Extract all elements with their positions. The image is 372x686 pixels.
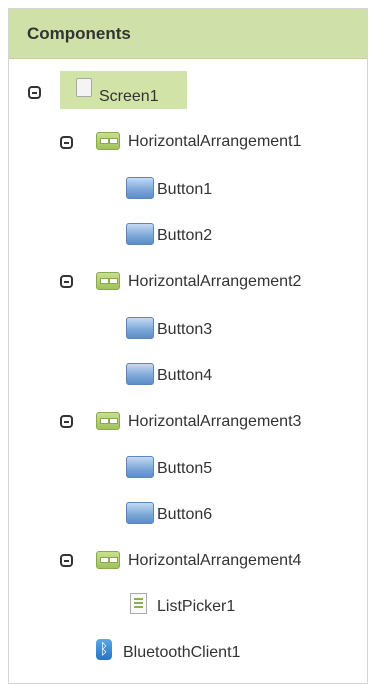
tree-item-label: Button3: [157, 321, 213, 338]
tree-item-horizontalarrangement4[interactable]: HorizontalArrangement4: [93, 544, 365, 578]
tree-item-label: Button6: [157, 506, 213, 523]
tree-item-label: HorizontalArrangement3: [128, 413, 302, 430]
components-panel: Components Screen1 HorizontalArrangement…: [8, 8, 368, 684]
horizontal-arrangement-icon: [96, 551, 120, 569]
tree-item-horizontalarrangement3[interactable]: HorizontalArrangement3: [93, 405, 365, 439]
horizontal-arrangement-icon: [96, 132, 120, 150]
collapse-icon[interactable]: [28, 86, 41, 99]
tree-item-label: Screen1: [99, 88, 159, 105]
collapse-icon[interactable]: [60, 415, 73, 428]
tree-item-label: Button2: [157, 227, 213, 244]
tree-item-label: Button1: [157, 181, 213, 198]
collapse-icon[interactable]: [60, 275, 73, 288]
button-icon: [126, 502, 154, 524]
button-icon: [126, 456, 154, 478]
tree-item-label: HorizontalArrangement1: [128, 133, 302, 150]
tree-item-label: Button4: [157, 367, 213, 384]
tree-item-horizontalarrangement2[interactable]: HorizontalArrangement2: [93, 265, 365, 299]
tree-item-listpicker1[interactable]: ListPicker1: [123, 589, 263, 623]
tree-item-button5[interactable]: Button5: [123, 451, 243, 485]
tree-item-label: ListPicker1: [157, 598, 236, 615]
tree-item-label: BluetoothClient1: [123, 644, 241, 661]
tree-item-label: HorizontalArrangement4: [128, 552, 302, 569]
button-icon: [126, 177, 154, 199]
tree-item-button1[interactable]: Button1: [123, 172, 243, 206]
tree-item-button2[interactable]: Button2: [123, 218, 243, 252]
button-icon: [126, 223, 154, 245]
button-icon: [126, 363, 154, 385]
bluetooth-icon: [96, 639, 112, 660]
tree-item-label: Button5: [157, 460, 213, 477]
collapse-icon[interactable]: [60, 136, 73, 149]
listpicker-icon: [130, 593, 147, 614]
tree-item-bluetoothclient1[interactable]: BluetoothClient1: [93, 635, 293, 669]
components-title: Components: [27, 23, 131, 43]
tree-item-horizontalarrangement1[interactable]: HorizontalArrangement1: [93, 125, 365, 159]
horizontal-arrangement-icon: [96, 412, 120, 430]
tree-item-label: HorizontalArrangement2: [128, 273, 302, 290]
tree-item-button6[interactable]: Button6: [123, 497, 243, 531]
tree-item-button3[interactable]: Button3: [123, 312, 243, 346]
tree-item-button4[interactable]: Button4: [123, 358, 243, 392]
screen-icon: [76, 78, 92, 97]
collapse-icon[interactable]: [60, 554, 73, 567]
horizontal-arrangement-icon: [96, 272, 120, 290]
button-icon: [126, 317, 154, 339]
component-tree: Screen1 HorizontalArrangement1 Button1 B…: [9, 59, 367, 685]
components-header: Components: [9, 9, 367, 59]
